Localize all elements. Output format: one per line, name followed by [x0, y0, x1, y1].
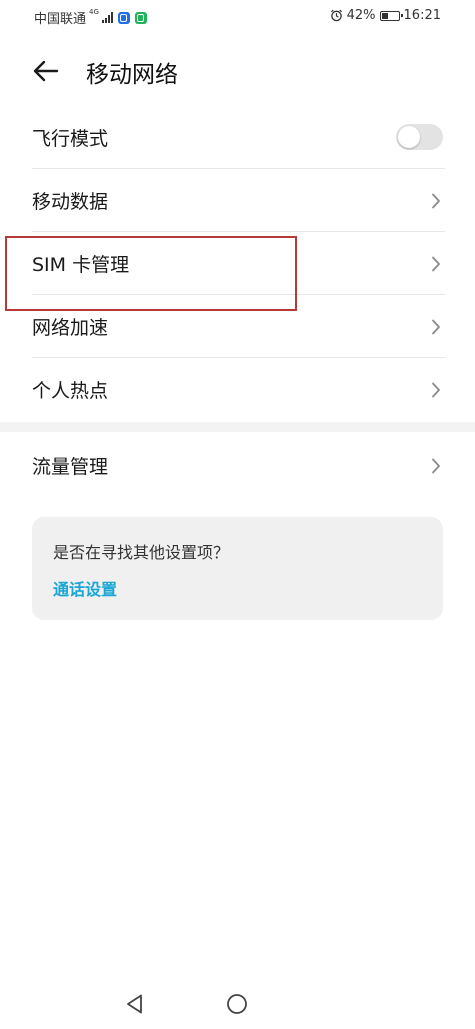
system-nav-bar [0, 985, 475, 1025]
chevron-right-icon [432, 382, 440, 398]
battery-percent: 42% [346, 8, 376, 23]
arrow-left-icon [33, 60, 59, 82]
call-settings-link[interactable]: 通话设置 [53, 576, 117, 600]
clock-time: 16:21 [403, 8, 441, 23]
back-button[interactable] [30, 54, 64, 88]
battery-icon [379, 10, 403, 21]
status-right: 42% 16:21 [330, 8, 441, 23]
chevron-right-icon [432, 256, 440, 272]
app-notification-icon [117, 11, 130, 24]
mobile-data-row[interactable]: 移动数据 [0, 169, 475, 232]
setting-label: 个人热点 [32, 380, 109, 402]
carrier-label: 中国联通 [34, 12, 87, 27]
header: 移动网络 [0, 48, 475, 92]
personal-hotspot-row[interactable]: 个人热点 [0, 358, 475, 421]
alarm-icon [330, 9, 342, 22]
signal-icon [101, 12, 113, 23]
chevron-right-icon [432, 458, 440, 474]
status-left: 中国联通 4G [34, 8, 147, 27]
toggle-knob [398, 126, 420, 148]
network-type: 4G [89, 8, 99, 16]
status-bar: 中国联通 4G 42% 16:21 [0, 0, 475, 34]
setting-label: 移动数据 [32, 191, 109, 213]
page-title: 移动网络 [86, 62, 178, 88]
suggestion-question: 是否在寻找其他设置项？ [53, 543, 230, 562]
setting-label: 流量管理 [32, 456, 109, 478]
app-notification-icon-2 [134, 11, 147, 24]
chevron-right-icon [432, 319, 440, 335]
setting-label: 飞行模式 [32, 128, 109, 150]
setting-label: 网络加速 [32, 317, 109, 339]
suggestion-card: 是否在寻找其他设置项？ 通话设置 [32, 517, 443, 620]
nav-home-icon[interactable] [226, 993, 248, 1015]
airplane-mode-row[interactable]: 飞行模式 [0, 106, 475, 169]
airplane-mode-toggle[interactable] [396, 124, 443, 150]
nav-back-icon[interactable] [124, 993, 146, 1015]
settings-list-2: 流量管理 [0, 434, 475, 497]
highlight-annotation [5, 236, 297, 311]
data-usage-management-row[interactable]: 流量管理 [0, 434, 475, 497]
section-divider [0, 422, 475, 432]
chevron-right-icon [432, 193, 440, 209]
